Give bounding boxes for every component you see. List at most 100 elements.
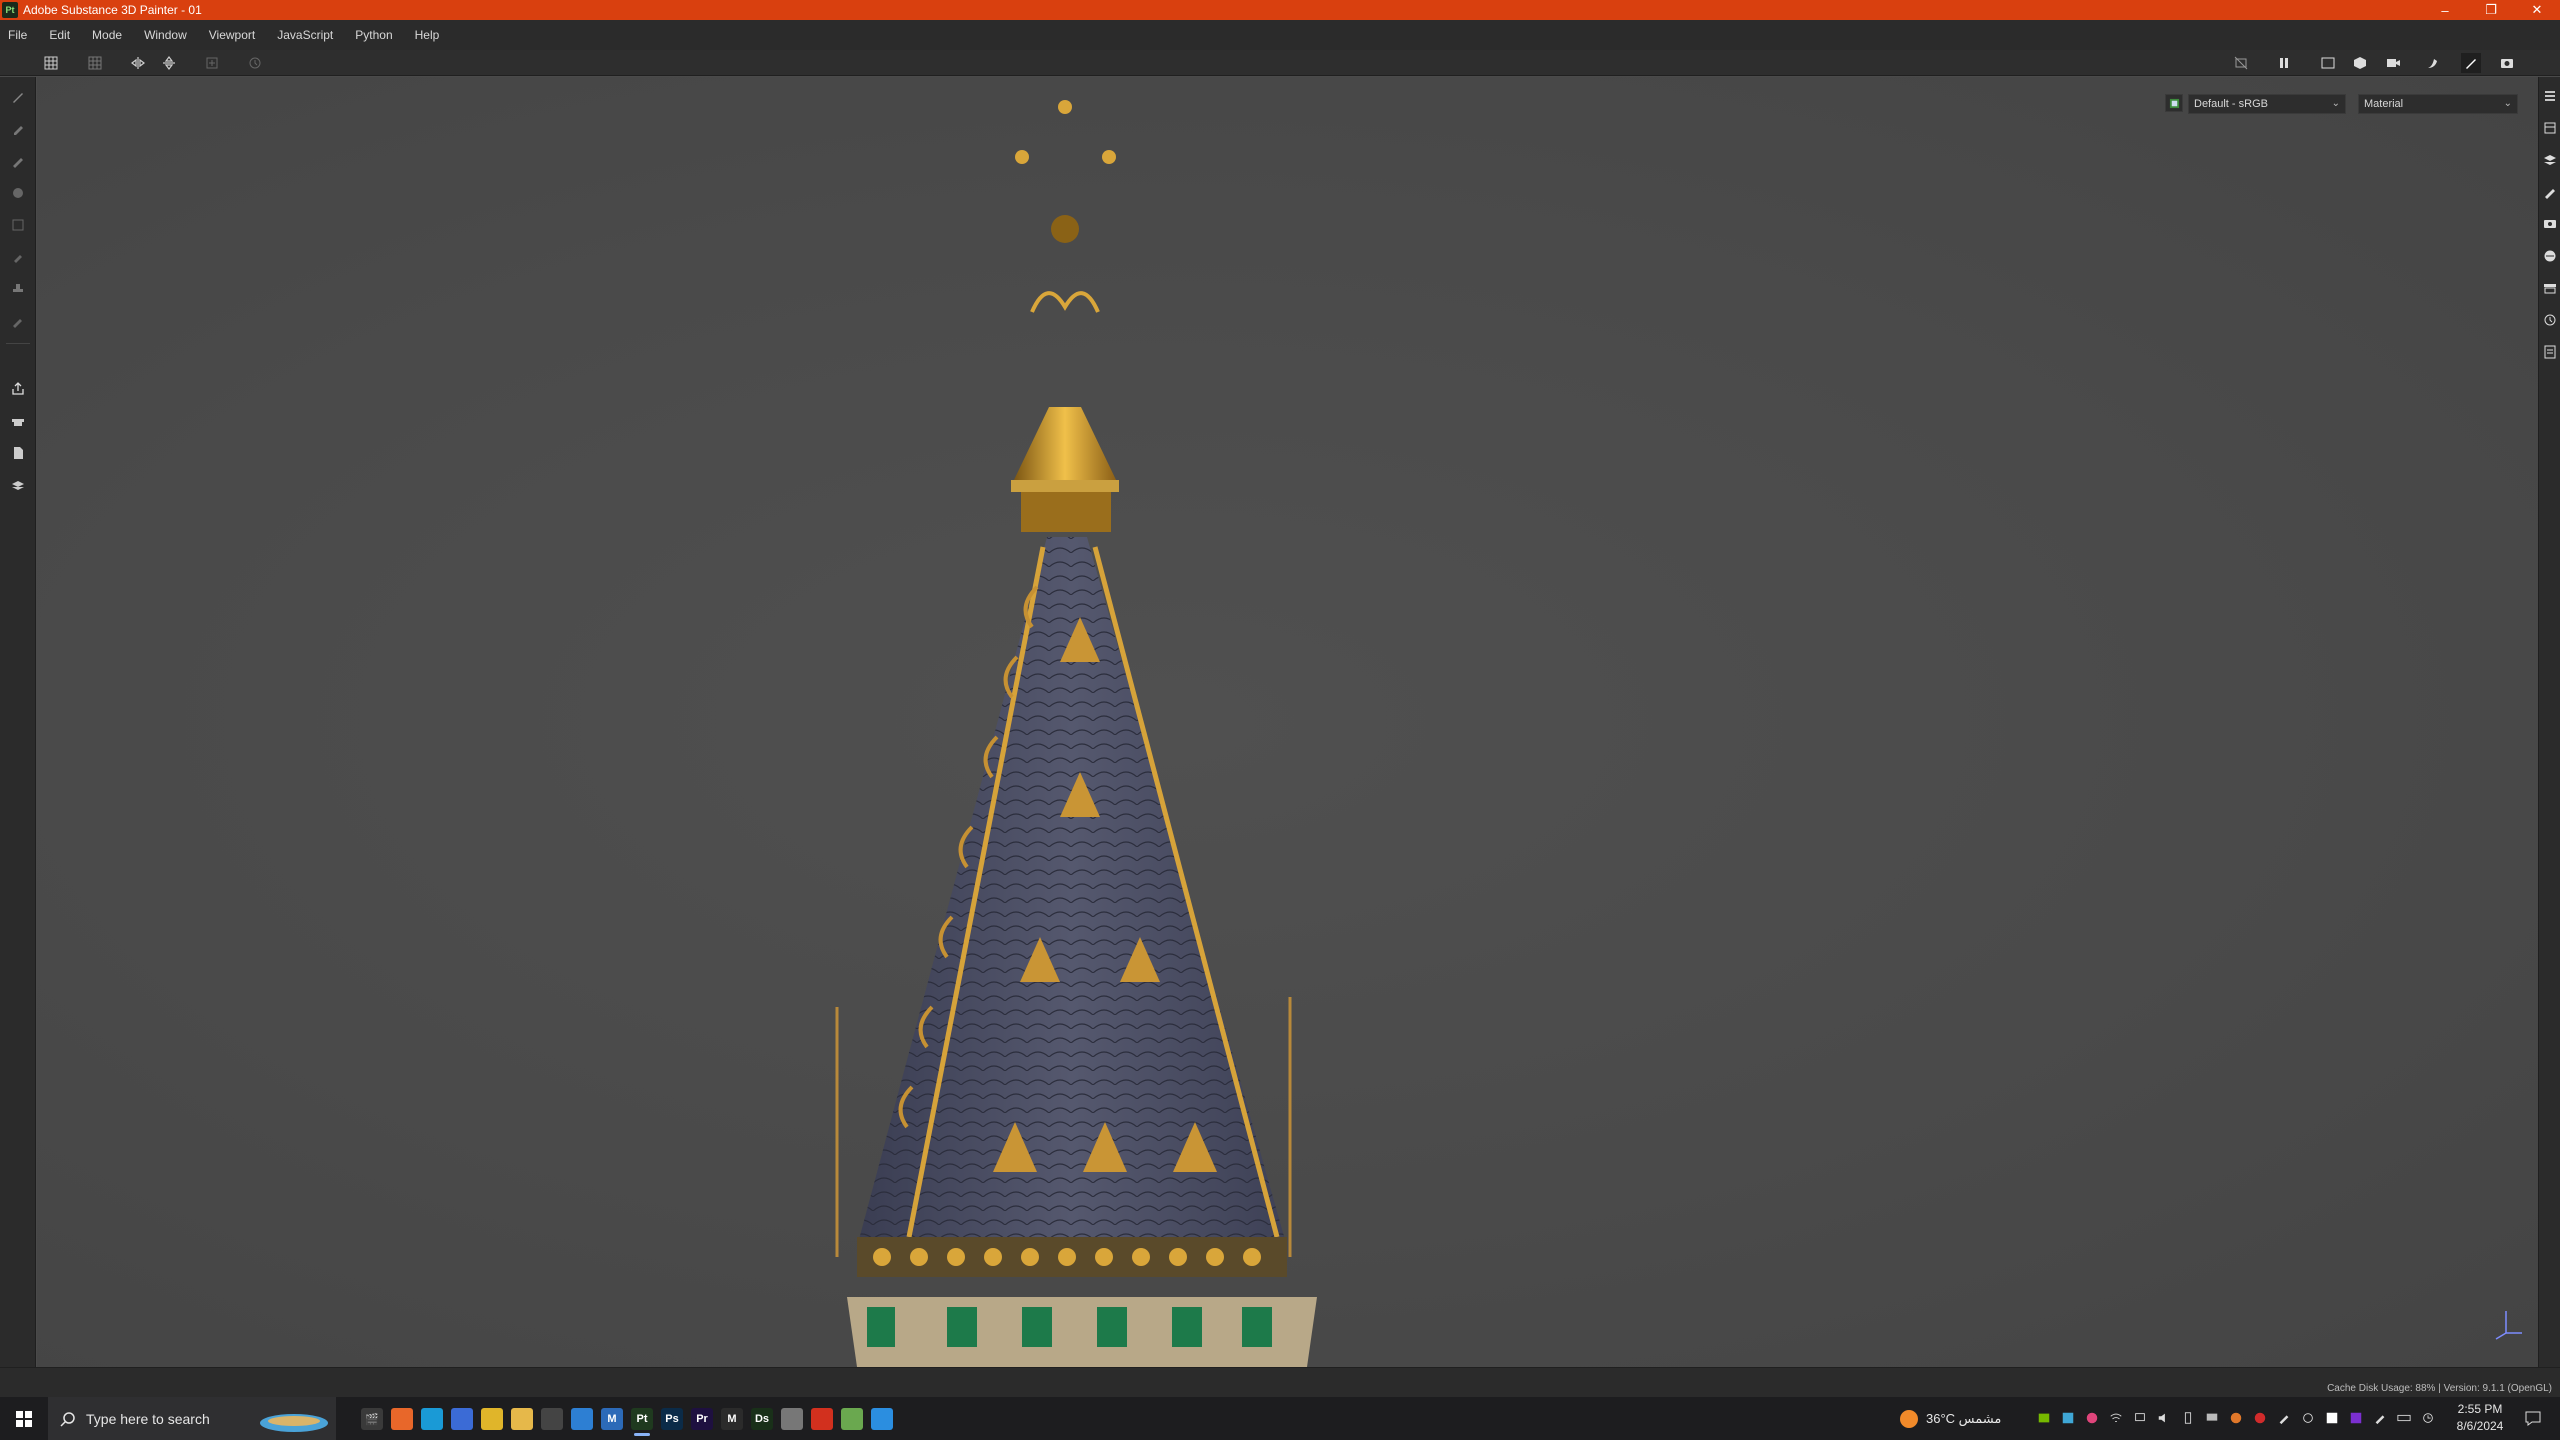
tray-update-icon[interactable] <box>2420 1410 2436 1426</box>
taskbar-app-red-app[interactable] <box>805 1402 839 1436</box>
clapperboard-icon: 🎬 <box>361 1408 383 1430</box>
windows-taskbar: Type here to search 🎬 M Pt Ps Pr M Ds 36°C مشم… <box>0 1397 2560 1440</box>
texture-set-icon[interactable] <box>2542 120 2558 136</box>
paint-mode-icon[interactable] <box>2461 53 2481 73</box>
environment-light-icon[interactable] <box>2423 53 2443 73</box>
assets-shelf-icon[interactable] <box>2542 280 2558 296</box>
properties-brush-icon[interactable] <box>2542 184 2558 200</box>
tray-keyboard-icon[interactable] <box>2396 1410 2412 1426</box>
bake-icon[interactable] <box>8 411 28 431</box>
tray-volume-icon[interactable] <box>2156 1410 2172 1426</box>
taskbar-search-box[interactable]: Type here to search <box>48 1397 336 1440</box>
taskbar-app-store[interactable] <box>445 1402 479 1436</box>
geometry-fill-icon[interactable] <box>8 183 28 203</box>
taskbar-app-m-yellow[interactable]: M <box>715 1402 749 1436</box>
search-icon <box>60 1411 75 1427</box>
layer-stack-icon[interactable] <box>2542 152 2558 168</box>
tray-red-icon[interactable] <box>2252 1410 2268 1426</box>
frame-icon[interactable] <box>202 53 222 73</box>
status-bar: Cache Disk Usage: 88% | Version: 9.1.1 (… <box>0 1367 2560 1397</box>
3d-view-cube-icon[interactable] <box>2350 53 2370 73</box>
windows-logo-icon <box>16 1410 32 1427</box>
search-placeholder: Type here to search <box>86 1410 210 1427</box>
hide-overlay-icon[interactable] <box>2231 53 2251 73</box>
paint-brush-icon[interactable] <box>8 87 28 107</box>
taskbar-clock[interactable]: 2:55 PM 8/6/2024 <box>2440 1401 2520 1435</box>
taskbar-app-green-app[interactable] <box>835 1402 869 1436</box>
taskbar-app-premiere[interactable]: Pr <box>685 1402 719 1436</box>
taskbar-app-chrome[interactable] <box>475 1402 509 1436</box>
minimize-button[interactable]: – <box>2422 0 2468 20</box>
menu-file[interactable]: File <box>8 28 27 42</box>
symmetry-x-icon[interactable] <box>128 53 148 73</box>
window-title: Adobe Substance 3D Painter - 01 <box>23 3 202 17</box>
taskbar-app-file-explorer[interactable] <box>505 1402 539 1436</box>
taskbar-app-substance-painter[interactable]: Pt <box>625 1402 659 1436</box>
grid-snap-icon[interactable] <box>85 53 105 73</box>
taskbar-app-edge[interactable] <box>415 1402 449 1436</box>
tray-sync-icon[interactable] <box>2300 1410 2316 1426</box>
polygon-fill-icon[interactable] <box>8 215 28 235</box>
menu-window[interactable]: Window <box>144 28 187 42</box>
screenshot-icon[interactable] <box>2497 53 2517 73</box>
tray-orange-icon[interactable] <box>2228 1410 2244 1426</box>
tray-battery-icon[interactable] <box>2180 1410 2196 1426</box>
symmetry-y-icon[interactable] <box>159 53 179 73</box>
export-icon[interactable] <box>8 379 28 399</box>
tray-wifi-icon[interactable] <box>2108 1410 2124 1426</box>
menu-mode[interactable]: Mode <box>92 28 122 42</box>
sun-icon <box>1900 1409 1918 1428</box>
layers-panel-icon[interactable] <box>2542 88 2558 104</box>
file-explorer-icon <box>511 1408 533 1430</box>
eraser-icon[interactable] <box>8 119 28 139</box>
chrome-icon <box>481 1408 503 1430</box>
document-icon[interactable] <box>8 443 28 463</box>
camera-icon[interactable] <box>2383 53 2403 73</box>
grid-icon[interactable] <box>41 53 61 73</box>
history-circle-icon[interactable] <box>245 53 265 73</box>
taskbar-app-firefox[interactable] <box>385 1402 419 1436</box>
tray-n-icon[interactable] <box>2348 1410 2364 1426</box>
pause-icon[interactable] <box>2274 53 2294 73</box>
projection-icon[interactable] <box>8 151 28 171</box>
restore-button[interactable]: ❐ <box>2468 0 2514 20</box>
windows-start-button[interactable] <box>0 1397 48 1440</box>
weather-widget[interactable]: 36°C مشمس <box>1900 1397 2001 1440</box>
substance-painter-icon: Pt <box>631 1408 653 1430</box>
taskbar-app-blue-app[interactable] <box>565 1402 599 1436</box>
main-toolbar <box>0 50 2560 76</box>
taskbar-app-m-app[interactable]: M <box>595 1402 629 1436</box>
history-icon[interactable] <box>2542 312 2558 328</box>
taskbar-app-circle-app[interactable] <box>865 1402 899 1436</box>
taskbar-app-image-app[interactable] <box>775 1402 809 1436</box>
tray-app-icon[interactable] <box>2060 1410 2076 1426</box>
menu-javascript[interactable]: JavaScript <box>277 28 333 42</box>
tray-square-icon[interactable] <box>2324 1410 2340 1426</box>
tray-pen-icon[interactable] <box>2276 1410 2292 1426</box>
tray-display-icon[interactable] <box>2204 1410 2220 1426</box>
cache-version-status: Cache Disk Usage: 88% | Version: 9.1.1 (… <box>2327 1383 2552 1394</box>
shader-settings-icon[interactable] <box>2542 248 2558 264</box>
taskbar-app-substance-designer[interactable]: Ds <box>745 1402 779 1436</box>
taskbar-app-clapperboard[interactable]: 🎬 <box>355 1402 389 1436</box>
taskbar-app-photoshop[interactable]: Ps <box>655 1402 689 1436</box>
tray-nvidia-icon[interactable] <box>2036 1410 2052 1426</box>
smudge-icon[interactable] <box>8 247 28 267</box>
notification-icon[interactable] <box>2524 1409 2542 1427</box>
2d-view-icon[interactable] <box>2318 53 2338 73</box>
tray-network-icon[interactable] <box>2132 1410 2148 1426</box>
close-button[interactable]: ✕ <box>2514 0 2560 20</box>
display-settings-icon[interactable] <box>2542 216 2558 232</box>
log-icon[interactable] <box>2542 344 2558 360</box>
menu-viewport[interactable]: Viewport <box>209 28 255 42</box>
menu-edit[interactable]: Edit <box>49 28 70 42</box>
3d-viewport[interactable]: Default - sRGB ⌄ Material ⌄ <box>37 77 2538 1367</box>
color-picker-icon[interactable] <box>8 311 28 331</box>
tray-edit-icon[interactable] <box>2372 1410 2388 1426</box>
taskbar-app-search-app[interactable] <box>535 1402 569 1436</box>
clone-stamp-icon[interactable] <box>8 279 28 299</box>
menu-python[interactable]: Python <box>355 28 392 42</box>
menu-help[interactable]: Help <box>415 28 440 42</box>
stack-icon[interactable] <box>8 475 28 495</box>
tray-colorful-icon[interactable] <box>2084 1410 2100 1426</box>
